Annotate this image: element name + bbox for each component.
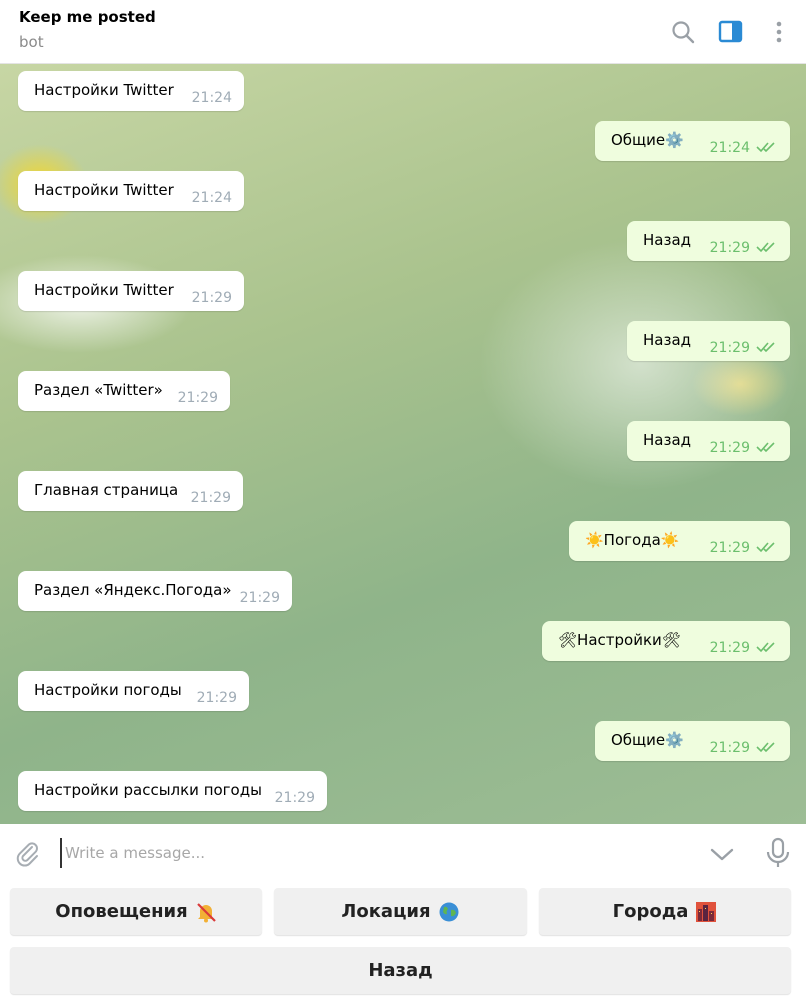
bot-keyboard: Оповещения Локация Города Назад <box>0 880 806 1000</box>
message-incoming[interactable]: Настройки погоды 21:29 <box>18 671 249 711</box>
message-text: Назад <box>643 231 692 249</box>
message-text: Раздел «Яндекс.Погода» <box>34 581 232 599</box>
message-outgoing[interactable]: Назад 21:29 <box>627 221 790 261</box>
message-time: 21:24 <box>191 190 232 206</box>
message-time: 21:29 <box>709 540 750 556</box>
chat-title[interactable]: Keep me posted <box>19 8 156 26</box>
keyboard-button-label: Города <box>612 901 689 922</box>
double-check-icon <box>756 240 778 254</box>
message-time: 21:29 <box>239 590 280 606</box>
message-incoming[interactable]: Раздел «Яндекс.Погода» 21:29 <box>18 571 292 611</box>
message-time: 21:29 <box>191 290 232 306</box>
message-time: 21:29 <box>190 490 231 506</box>
chevron-down-icon[interactable] <box>706 838 738 870</box>
double-check-icon <box>756 640 778 654</box>
message-text: Настройки Twitter <box>34 181 174 199</box>
message-outgoing[interactable]: ☀️Погода☀️ 21:29 <box>569 521 790 561</box>
message-text: Настройки Twitter <box>34 281 174 299</box>
message-time: 21:29 <box>709 440 750 456</box>
more-vertical-icon[interactable] <box>765 18 793 46</box>
message-incoming[interactable]: Настройки Twitter 21:24 <box>18 171 244 211</box>
keyboard-button-back[interactable]: Назад <box>10 947 791 994</box>
message-time: 21:29 <box>709 340 750 356</box>
message-list[interactable]: Настройки Twitter 21:24 Общие⚙️ 21:24 На… <box>0 64 806 824</box>
message-time: 21:29 <box>709 640 750 656</box>
keyboard-button-cities[interactable]: Города <box>539 888 791 935</box>
message-incoming[interactable]: Настройки рассылки погоды 21:29 <box>18 771 327 811</box>
message-outgoing[interactable]: 🛠Настройки🛠 21:29 <box>542 621 790 661</box>
message-text: Общие⚙️ <box>611 131 684 149</box>
message-text: 🛠Настройки🛠 <box>558 631 681 649</box>
message-text: ☀️Погода☀️ <box>585 531 680 549</box>
double-check-icon <box>756 440 778 454</box>
paperclip-icon[interactable] <box>12 838 42 868</box>
globe-icon <box>438 901 460 923</box>
message-time: 21:29 <box>177 390 218 406</box>
message-incoming[interactable]: Настройки Twitter 21:24 <box>18 71 244 111</box>
sidebar-toggle-icon[interactable] <box>717 18 745 46</box>
message-outgoing[interactable]: Назад 21:29 <box>627 421 790 461</box>
double-check-icon <box>756 340 778 354</box>
message-time: 21:29 <box>274 790 315 806</box>
message-time: 21:24 <box>191 90 232 106</box>
message-text: Главная страница <box>34 481 179 499</box>
message-text: Назад <box>643 431 692 449</box>
message-text: Назад <box>643 331 692 349</box>
chat-subtitle: bot <box>19 33 44 51</box>
bell-off-icon <box>195 901 217 923</box>
message-time: 21:29 <box>196 690 237 706</box>
message-text: Раздел «Twitter» <box>34 381 163 399</box>
keyboard-button-location[interactable]: Локация <box>274 888 527 935</box>
message-outgoing[interactable]: Назад 21:29 <box>627 321 790 361</box>
message-time: 21:29 <box>709 240 750 256</box>
city-icon <box>695 901 717 923</box>
composer <box>0 824 806 880</box>
message-incoming[interactable]: Главная страница 21:29 <box>18 471 243 511</box>
message-time: 21:24 <box>709 140 750 156</box>
message-incoming[interactable]: Раздел «Twitter» 21:29 <box>18 371 230 411</box>
search-icon[interactable] <box>669 18 697 46</box>
message-text: Настройки Twitter <box>34 81 174 99</box>
keyboard-button-label: Оповещения <box>55 901 188 922</box>
double-check-icon <box>756 140 778 154</box>
chat-header: Keep me posted bot <box>0 0 806 64</box>
microphone-icon[interactable] <box>762 836 794 870</box>
message-incoming[interactable]: Настройки Twitter 21:29 <box>18 271 244 311</box>
keyboard-button-label: Локация <box>341 901 431 922</box>
keyboard-button-notifications[interactable]: Оповещения <box>10 888 262 935</box>
double-check-icon <box>756 540 778 554</box>
message-text: Настройки рассылки погоды <box>34 781 262 799</box>
message-input[interactable] <box>60 838 687 868</box>
message-outgoing[interactable]: Общие⚙️ 21:24 <box>595 121 790 161</box>
message-outgoing[interactable]: Общие⚙️ 21:29 <box>595 721 790 761</box>
message-text: Настройки погоды <box>34 681 182 699</box>
double-check-icon <box>756 740 778 754</box>
message-time: 21:29 <box>709 740 750 756</box>
message-text: Общие⚙️ <box>611 731 684 749</box>
keyboard-button-label: Назад <box>368 960 433 981</box>
